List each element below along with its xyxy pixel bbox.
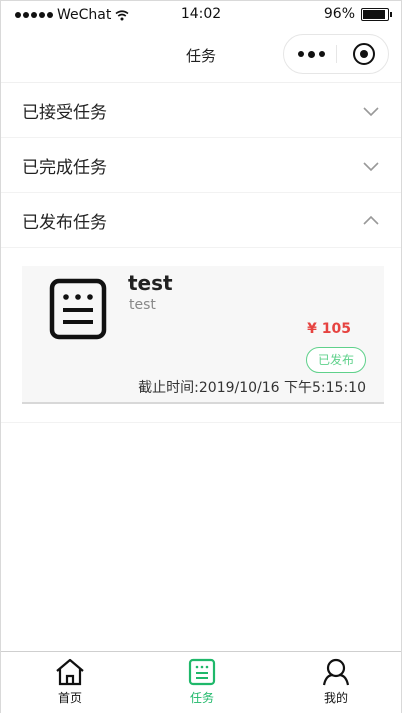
- section-label: 已发布任务: [22, 213, 107, 233]
- task-title: test: [128, 271, 173, 295]
- task-deadline: 截止时间:2019/10/16 下午5:15:10: [138, 380, 366, 396]
- status-bar: WeChat 14:02 96%: [1, 1, 401, 27]
- tab-home[interactable]: 首页: [40, 658, 100, 706]
- app-frame: WeChat 14:02 96% 任务 已接受任务 已完成任务 已发布任务 te…: [0, 0, 402, 713]
- status-badge: 已发布: [305, 347, 366, 373]
- tab-label: 我的: [323, 691, 348, 705]
- task-list-icon: [49, 278, 107, 340]
- close-target-icon[interactable]: [353, 43, 375, 65]
- task-price: ¥ 105: [307, 321, 351, 337]
- section-label: 已接受任务: [22, 103, 107, 123]
- task-icon: [188, 658, 216, 686]
- tab-label: 任务: [189, 691, 214, 705]
- profile-icon: [322, 658, 350, 686]
- chevron-down-icon: [363, 162, 379, 172]
- battery-group: 96%: [323, 6, 392, 22]
- section-completed-tasks[interactable]: 已完成任务: [1, 138, 401, 193]
- more-icon[interactable]: [298, 50, 325, 58]
- tab-task[interactable]: 任务: [172, 658, 232, 706]
- section-published-tasks[interactable]: 已发布任务: [1, 193, 401, 248]
- battery-percent: 96%: [323, 6, 355, 22]
- tab-bar: 首页 任务 我的: [1, 651, 401, 713]
- content-divider: [1, 422, 401, 423]
- battery-icon: [361, 7, 392, 21]
- capsule-divider: [336, 45, 337, 63]
- chevron-up-icon: [363, 215, 379, 225]
- nav-bar: 任务: [1, 27, 401, 83]
- section-label: 已完成任务: [22, 158, 107, 178]
- chevron-down-icon: [363, 107, 379, 117]
- mini-program-capsule: [283, 34, 389, 74]
- tab-label: 首页: [57, 691, 82, 705]
- task-description: test: [129, 297, 156, 313]
- home-icon: [56, 658, 84, 686]
- task-card[interactable]: test test ¥ 105 已发布 截止时间:2019/10/16 下午5:…: [22, 266, 384, 404]
- tab-profile[interactable]: 我的: [306, 658, 366, 706]
- section-accepted-tasks[interactable]: 已接受任务: [1, 83, 401, 138]
